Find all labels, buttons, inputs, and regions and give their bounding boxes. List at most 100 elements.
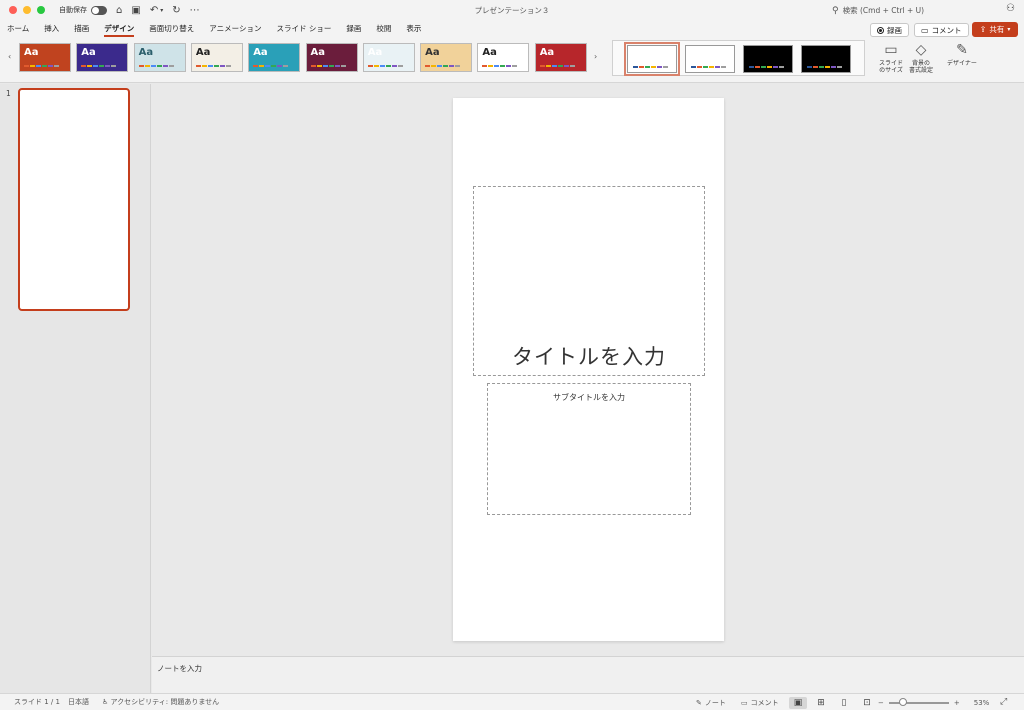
tab-1[interactable]: 挿入 — [44, 20, 59, 38]
theme-color-swatches — [24, 65, 59, 67]
comments-toggle[interactable]: ▭ コメント — [741, 694, 779, 710]
tab-6[interactable]: スライド ショー — [276, 20, 331, 38]
home-icon[interactable]: ⌂ — [116, 5, 122, 16]
theme-thumbnail[interactable]: Aa — [133, 43, 186, 72]
variant-thumbnail[interactable] — [801, 45, 851, 73]
zoom-window-button[interactable] — [37, 6, 45, 14]
search-box[interactable]: ⚲ 検索 (Cmd + Ctrl + U) — [832, 4, 992, 17]
slide-size-icon: ▭ — [884, 42, 898, 58]
record-button[interactable]: 録画 — [870, 23, 909, 37]
theme-preview-text: Aa — [310, 47, 326, 58]
format-background-button[interactable]: ◇ 背景の 書式設定 — [907, 42, 935, 74]
title-placeholder[interactable]: タイトルを入力 — [473, 186, 705, 376]
record-icon — [877, 26, 884, 34]
view-switcher: ▣ ⊞ ▯ ⊡ — [789, 694, 876, 710]
undo-dropdown-chevron-icon[interactable]: ▾ — [160, 7, 163, 14]
slide[interactable]: タイトルを入力 サブタイトルを入力 — [453, 98, 724, 641]
share-button[interactable]: ⇪ 共有 ▾ — [972, 22, 1018, 37]
theme-color-swatches — [539, 65, 575, 67]
variant-thumbnail[interactable] — [685, 45, 735, 73]
themes-scroll-right-icon[interactable]: › — [594, 52, 597, 61]
accessibility-status[interactable]: ♿ アクセシビリティ: 問題ありません — [102, 697, 219, 707]
slide-sorter-view-icon[interactable]: ⊞ — [812, 697, 830, 709]
close-window-button[interactable] — [9, 6, 17, 14]
zoom-slider[interactable] — [888, 697, 949, 706]
theme-color-swatches — [425, 65, 461, 67]
variant-color-swatches — [807, 66, 842, 68]
more-icon[interactable]: ⋯ — [190, 5, 200, 16]
format-background-label: 背景の 書式設定 — [908, 60, 933, 74]
theme-preview-text: Aa — [24, 47, 39, 58]
theme-color-swatches — [195, 65, 231, 67]
theme-thumbnail[interactable]: Aa — [305, 43, 358, 72]
notes-toggle-label: ノート — [704, 698, 726, 707]
theme-color-swatches — [482, 65, 518, 67]
theme-thumbnail[interactable]: Aa — [190, 43, 243, 72]
variant-thumbnail[interactable] — [624, 42, 680, 76]
title-bar: 自動保存 ⌂ ▣ ↶ ▾ ↻ ⋯ プレゼンテーション３ ⚲ 検索 (Cmd + … — [0, 0, 1024, 20]
designer-button[interactable]: ✎ デザイナー — [945, 42, 979, 67]
zoom-percent[interactable]: 53% — [974, 699, 990, 707]
minimize-window-button[interactable] — [23, 6, 31, 14]
theme-thumbnail[interactable]: Aa — [76, 43, 129, 72]
thumbnail-number: 1 — [6, 89, 11, 98]
theme-thumbnail[interactable]: Aa — [248, 43, 301, 72]
theme-preview-text: Aa — [81, 47, 96, 58]
tab-3[interactable]: デザイン — [104, 20, 135, 38]
comments-toggle-icon: ▭ — [741, 698, 748, 707]
undo-icon[interactable]: ↶ — [150, 5, 158, 16]
share-label: 共有 — [989, 25, 1005, 34]
redo-icon[interactable]: ↻ — [172, 5, 180, 16]
theme-thumbnail[interactable]: Aa — [534, 43, 587, 72]
normal-view-icon[interactable]: ▣ — [789, 696, 807, 709]
tab-8[interactable]: 校閲 — [376, 20, 391, 38]
search-icon: ⚲ — [832, 5, 839, 16]
slideshow-view-icon[interactable]: ⊡ — [858, 697, 876, 709]
autosave: 自動保存 — [59, 5, 107, 15]
notes-toggle[interactable]: ✎ ノート — [696, 694, 726, 710]
fit-to-window-icon[interactable]: ⤢ — [1000, 697, 1007, 707]
variant-color-swatches — [749, 66, 784, 68]
autosave-toggle[interactable] — [91, 5, 107, 15]
variant-color-swatches — [633, 66, 668, 68]
theme-preview-text: Aa — [425, 47, 440, 58]
account-icon[interactable]: ⚇ — [1006, 3, 1015, 14]
language-indicator[interactable]: 日本語 — [68, 697, 89, 707]
tab-4[interactable]: 画面切り替え — [149, 20, 194, 38]
slide-count: スライド 1 / 1 — [14, 698, 60, 706]
theme-thumbnail[interactable]: Aa — [19, 43, 71, 72]
notes-toggle-icon: ✎ — [696, 698, 702, 707]
variant-thumbnail[interactable] — [743, 45, 793, 73]
notes-pane[interactable]: ノートを入力 — [152, 656, 1024, 693]
save-icon[interactable]: ▣ — [131, 5, 140, 16]
theme-thumbnail[interactable]: Aa — [477, 43, 530, 72]
theme-preview-text: Aa — [253, 47, 268, 58]
format-background-icon: ◇ — [915, 42, 927, 58]
slide-thumbnail[interactable] — [18, 88, 130, 311]
theme-preview-text: Aa — [195, 47, 211, 58]
zoom-slider-knob[interactable] — [899, 697, 908, 706]
slide-size-button[interactable]: ▭ スライド のサイズ — [876, 42, 906, 74]
tab-2[interactable]: 描画 — [74, 20, 89, 38]
zoom-in-button[interactable]: + — [954, 699, 960, 707]
themes-scroll-left-icon[interactable]: ‹ — [8, 52, 11, 61]
subtitle-placeholder[interactable]: サブタイトルを入力 — [487, 383, 691, 515]
design-ribbon: ‹ Aa Aa Aa Aa Aa Aa Aa Aa Aa Aa › ▭ スライド のサイズ ◇ 背… — [0, 38, 1024, 83]
comments-toggle-label: コメント — [750, 698, 779, 707]
slide-canvas: タイトルを入力 サブタイトルを入力 — [152, 84, 1024, 656]
tab-9[interactable]: 表示 — [406, 20, 421, 38]
comment-button[interactable]: ▭ コメント — [914, 23, 969, 37]
theme-color-swatches — [310, 65, 346, 67]
tab-5[interactable]: アニメーション — [209, 20, 261, 38]
theme-thumbnail[interactable]: Aa — [362, 43, 415, 72]
comment-label: コメント — [931, 25, 962, 35]
zoom-out-button[interactable]: − — [878, 699, 884, 707]
share-chevron-icon: ▾ — [1007, 26, 1011, 33]
tab-7[interactable]: 録画 — [346, 20, 361, 38]
theme-thumbnail[interactable]: Aa — [420, 43, 473, 72]
reading-view-icon[interactable]: ▯ — [835, 697, 853, 709]
designer-icon: ✎ — [956, 42, 968, 58]
tab-0[interactable]: ホーム — [7, 20, 29, 38]
window-controls — [9, 6, 45, 14]
share-icon: ⇪ — [979, 25, 987, 34]
